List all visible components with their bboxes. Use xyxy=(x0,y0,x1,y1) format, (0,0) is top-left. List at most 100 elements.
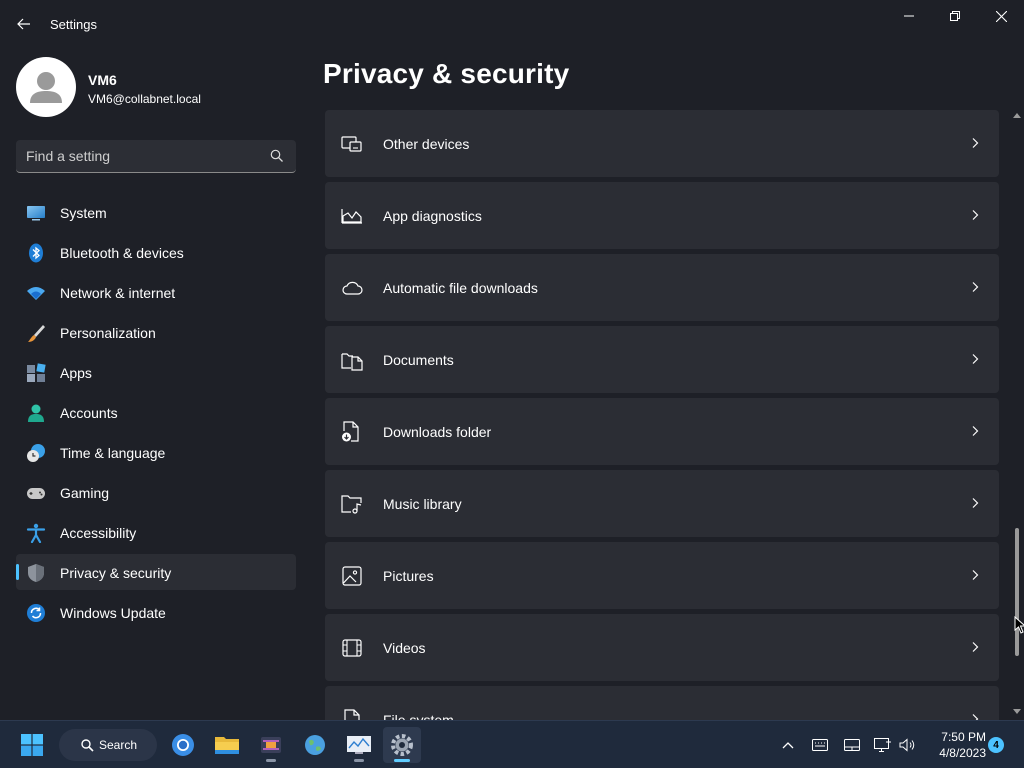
row-label: Documents xyxy=(383,352,454,368)
volume-tray-button[interactable] xyxy=(898,735,918,755)
sidebar-item-label: System xyxy=(60,205,107,221)
sidebar-item-time-language[interactable]: Time & language xyxy=(16,434,296,470)
taskbar-search-label: Search xyxy=(99,738,138,752)
setting-row-pictures[interactable]: Pictures xyxy=(325,542,999,609)
taskbar-file-explorer[interactable] xyxy=(208,727,246,763)
taskbar-globe-app[interactable] xyxy=(296,727,334,763)
sidebar-item-windows-update[interactable]: Windows Update xyxy=(16,594,296,630)
taskbar-monitor-app[interactable] xyxy=(340,727,378,763)
setting-row-app-diagnostics[interactable]: App diagnostics xyxy=(325,182,999,249)
setting-row-downloads-folder[interactable]: Downloads folder xyxy=(325,398,999,465)
scroll-up-arrow-icon[interactable] xyxy=(1013,112,1021,120)
clock-globe-icon xyxy=(27,444,45,462)
minimize-icon xyxy=(904,15,914,17)
chevron-right-icon xyxy=(972,498,979,508)
find-setting-search[interactable] xyxy=(16,140,296,173)
start-button[interactable] xyxy=(13,727,51,763)
settings-gear-icon xyxy=(391,734,413,756)
windows-logo-icon xyxy=(21,734,43,756)
settings-list: Other devices App diagnostics Automatic … xyxy=(325,110,999,720)
speaker-icon xyxy=(899,738,915,752)
row-label: Pictures xyxy=(383,568,434,584)
accessibility-icon xyxy=(26,523,46,543)
diagnostics-chart-icon xyxy=(341,209,362,224)
setting-row-automatic-file-downloads[interactable]: Automatic file downloads xyxy=(325,254,999,321)
sidebar-item-label: Network & internet xyxy=(60,285,176,301)
chevron-up-icon xyxy=(782,742,794,749)
sidebar-item-label: Bluetooth & devices xyxy=(60,245,184,261)
user-profile[interactable]: VM6 VM6@collabnet.local xyxy=(16,57,296,117)
sidebar-item-gaming[interactable]: Gaming xyxy=(16,474,296,510)
chevron-right-icon xyxy=(972,426,979,436)
gamepad-icon xyxy=(27,488,45,499)
restore-icon xyxy=(950,11,960,21)
running-indicator xyxy=(354,759,364,762)
chevron-right-icon xyxy=(972,642,979,652)
sidebar-item-system[interactable]: System xyxy=(16,194,296,230)
picture-icon xyxy=(342,566,362,586)
clock-time: 7:50 PM xyxy=(941,730,986,744)
profile-name: VM6 xyxy=(88,72,117,88)
keyboard-tray-button[interactable] xyxy=(810,735,830,755)
search-input[interactable] xyxy=(26,140,266,172)
video-editor-icon xyxy=(261,737,281,753)
sidebar-item-label: Personalization xyxy=(60,325,156,341)
setting-row-videos[interactable]: Videos xyxy=(325,614,999,681)
setting-row-file-system[interactable]: File system xyxy=(325,686,999,720)
sidebar-item-privacy-security[interactable]: Privacy & security xyxy=(16,554,296,590)
file-icon xyxy=(344,709,360,720)
setting-row-other-devices[interactable]: Other devices xyxy=(325,110,999,177)
notification-count-badge[interactable]: 4 xyxy=(988,737,1004,753)
setting-row-music-library[interactable]: Music library xyxy=(325,470,999,537)
back-button[interactable] xyxy=(10,12,38,36)
row-label: Automatic file downloads xyxy=(383,280,538,296)
taskbar-video-editor[interactable] xyxy=(252,727,290,763)
row-label: App diagnostics xyxy=(383,208,482,224)
taskbar-chrome[interactable] xyxy=(164,727,202,763)
setting-row-documents[interactable]: Documents xyxy=(325,326,999,393)
close-button[interactable] xyxy=(978,0,1024,32)
bluetooth-icon xyxy=(29,243,43,263)
taskbar: Search 7:50 PM 4/8/2023 4 xyxy=(0,720,1024,768)
sidebar-item-label: Time & language xyxy=(60,445,166,461)
person-silhouette-icon xyxy=(30,72,62,103)
sidebar-item-label: Accounts xyxy=(60,405,118,421)
touchpad-icon xyxy=(844,739,860,751)
sidebar-item-network[interactable]: Network & internet xyxy=(16,274,296,310)
chevron-right-icon xyxy=(972,570,979,580)
search-icon xyxy=(270,149,284,163)
taskbar-clock[interactable]: 7:50 PM 4/8/2023 xyxy=(926,729,986,761)
taskbar-search-button[interactable]: Search xyxy=(59,729,157,761)
system-icon xyxy=(27,206,45,221)
sidebar-item-bluetooth[interactable]: Bluetooth & devices xyxy=(16,234,296,270)
scroll-down-arrow-icon[interactable] xyxy=(1013,707,1021,715)
mouse-cursor-icon xyxy=(1014,616,1024,634)
minimize-button[interactable] xyxy=(886,0,932,32)
globe-app-icon xyxy=(305,735,325,755)
sidebar-item-label: Windows Update xyxy=(60,605,166,621)
title-bar: Settings xyxy=(0,0,1024,48)
sidebar-item-apps[interactable]: Apps xyxy=(16,354,296,390)
network-monitor-icon xyxy=(874,738,891,752)
sidebar-nav: System Bluetooth & devices Network & int… xyxy=(16,194,296,634)
show-hidden-icons-button[interactable] xyxy=(778,735,798,755)
sidebar-item-accessibility[interactable]: Accessibility xyxy=(16,514,296,550)
running-indicator xyxy=(266,759,276,762)
shield-icon xyxy=(28,564,44,582)
avatar xyxy=(16,57,76,117)
settings-window: Settings VM6 VM6@collabnet.local Find a … xyxy=(0,0,1024,720)
sidebar-item-accounts[interactable]: Accounts xyxy=(16,394,296,430)
monitor-app-icon xyxy=(347,736,371,754)
row-label: Downloads folder xyxy=(383,424,492,440)
profile-email: VM6@collabnet.local xyxy=(88,92,201,106)
sidebar-item-personalization[interactable]: Personalization xyxy=(16,314,296,350)
scroll-thumb[interactable] xyxy=(1015,528,1019,656)
touchpad-tray-button[interactable] xyxy=(842,735,862,755)
page-title: Privacy & security xyxy=(323,58,570,89)
restore-button[interactable] xyxy=(932,0,978,32)
taskbar-settings[interactable] xyxy=(383,727,421,763)
chevron-right-icon xyxy=(972,282,979,292)
network-tray-button[interactable] xyxy=(873,735,893,755)
sidebar-item-label: Privacy & security xyxy=(60,565,172,581)
arrow-left-icon xyxy=(17,18,30,30)
